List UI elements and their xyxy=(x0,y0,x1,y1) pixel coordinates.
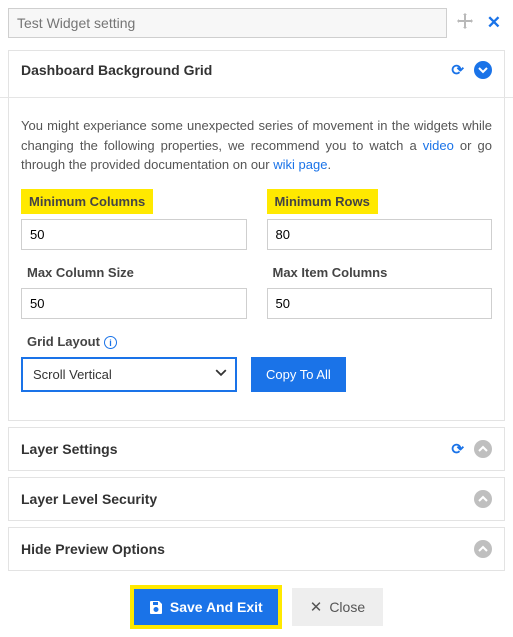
max-col-size-label: Max Column Size xyxy=(21,262,140,283)
help-text-prefix: You might experiance some unexpected ser… xyxy=(21,118,492,153)
video-link[interactable]: video xyxy=(423,138,454,153)
min-columns-input[interactable] xyxy=(21,219,247,250)
save-button-label: Save And Exit xyxy=(170,599,263,615)
copy-to-all-button[interactable]: Copy To All xyxy=(251,357,346,392)
chevron-up-icon[interactable] xyxy=(474,540,492,558)
grid-layout-select[interactable]: Scroll Vertical xyxy=(21,357,237,392)
close-x-icon: ✕ xyxy=(310,598,323,616)
section-title: Dashboard Background Grid xyxy=(21,62,451,78)
hide-preview-header[interactable]: Hide Preview Options xyxy=(21,541,474,557)
grid-layout-label: Grid Layout i xyxy=(21,331,123,352)
close-button-label: Close xyxy=(329,599,365,615)
min-rows-label: Minimum Rows xyxy=(267,189,378,214)
wiki-link[interactable]: wiki page xyxy=(273,157,327,172)
max-item-cols-input[interactable] xyxy=(267,288,493,319)
layer-settings-header[interactable]: Layer Settings xyxy=(21,441,451,457)
close-button[interactable]: ✕ Close xyxy=(292,588,383,626)
chevron-up-icon[interactable] xyxy=(474,440,492,458)
layer-security-header[interactable]: Layer Level Security xyxy=(21,491,474,507)
move-icon[interactable] xyxy=(453,13,477,34)
max-item-cols-label: Max Item Columns xyxy=(267,262,394,283)
chevron-up-icon[interactable] xyxy=(474,490,492,508)
refresh-icon[interactable]: ⟳ xyxy=(451,61,464,79)
refresh-icon[interactable]: ⟳ xyxy=(451,440,464,458)
close-icon[interactable]: ✕ xyxy=(483,13,505,33)
grid-layout-label-text: Grid Layout xyxy=(27,334,100,349)
chevron-down-icon[interactable] xyxy=(474,61,492,79)
help-text-suffix: . xyxy=(327,157,331,172)
help-text: You might experiance some unexpected ser… xyxy=(21,116,492,175)
save-and-exit-button[interactable]: Save And Exit xyxy=(130,585,282,629)
info-icon[interactable]: i xyxy=(104,336,117,349)
min-columns-label: Minimum Columns xyxy=(21,189,153,214)
widget-title-input[interactable] xyxy=(8,8,447,38)
max-col-size-input[interactable] xyxy=(21,288,247,319)
min-rows-input[interactable] xyxy=(267,219,493,250)
